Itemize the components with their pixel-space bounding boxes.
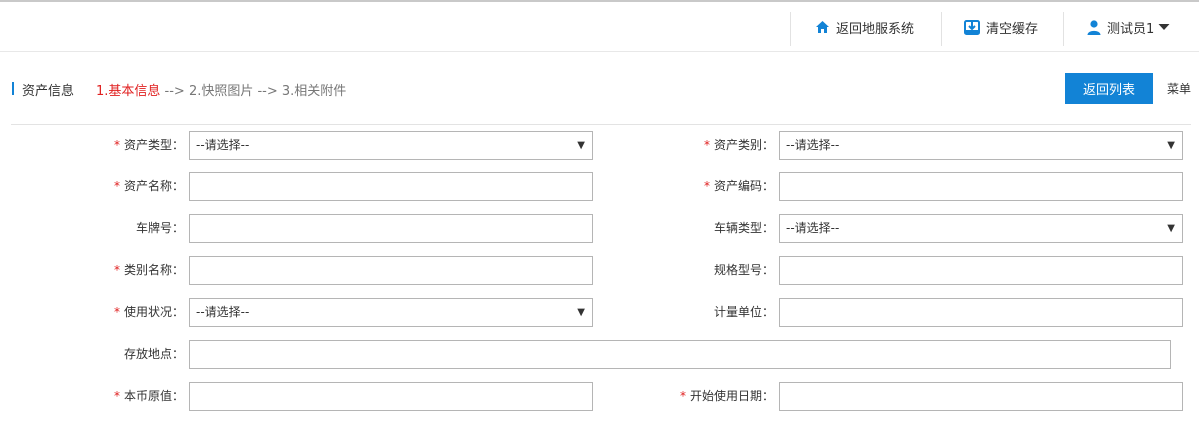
step-snapshots[interactable]: 2.快照图片 — [189, 84, 253, 99]
vehicle-type-label-text: 车辆类型： — [713, 221, 774, 235]
download-box-icon — [964, 19, 980, 35]
step-arrow: --> — [253, 84, 282, 99]
asset-type-select[interactable]: --请选择-- ▼ — [189, 131, 593, 160]
required-mark: * — [679, 389, 686, 403]
start-date-label-text: 开始使用日期： — [689, 389, 774, 403]
top-header: 返回地服系统 清空缓存 测试员1 — [0, 2, 1199, 52]
usage-status-label-text: 使用状况： — [123, 305, 184, 319]
home-icon — [816, 21, 829, 33]
asset-category-label: * 资产类别： — [590, 131, 774, 159]
clear-cache-button[interactable]: 清空缓存 — [964, 2, 1038, 52]
asset-category-selected: --请选择-- — [786, 138, 840, 152]
user-menu[interactable]: 测试员1 — [1087, 2, 1170, 52]
caret-down-icon: ▼ — [577, 140, 585, 151]
title-accent-bar — [12, 82, 14, 95]
start-date-input[interactable] — [779, 382, 1183, 411]
page-title: 资产信息 — [22, 84, 75, 99]
user-name: 测试员1 — [1107, 21, 1155, 37]
required-mark: * — [703, 179, 710, 193]
original-value-label-text: 本币原值： — [123, 389, 184, 403]
original-value-label: * 本币原值： — [0, 382, 184, 410]
asset-code-input[interactable] — [779, 172, 1183, 201]
asset-category-select[interactable]: --请选择-- ▼ — [779, 131, 1183, 160]
caret-down-icon — [1158, 24, 1170, 30]
usage-status-selected: --请选择-- — [196, 305, 250, 319]
asset-name-label: * 资产名称： — [0, 172, 184, 200]
required-mark: * — [703, 138, 710, 152]
back-to-list-button[interactable]: 返回列表 — [1065, 73, 1153, 104]
asset-code-label: * 资产编码： — [590, 172, 774, 200]
header-separator — [1063, 12, 1064, 46]
required-mark: * — [113, 305, 120, 319]
unit-input[interactable] — [779, 298, 1183, 327]
required-mark: * — [113, 389, 120, 403]
unit-label: 计量单位： — [590, 298, 774, 326]
required-mark: * — [113, 263, 120, 277]
asset-category-label-text: 资产类别： — [713, 138, 774, 152]
vehicle-type-select[interactable]: --请选择-- ▼ — [779, 214, 1183, 243]
step-breadcrumb: 1.基本信息 --> 2.快照图片 --> 3.相关附件 — [96, 80, 346, 99]
step-arrow: --> — [160, 84, 189, 99]
asset-code-label-text: 资产编码： — [713, 179, 774, 193]
caret-down-icon: ▼ — [577, 307, 585, 318]
asset-type-label: * 资产类型： — [0, 131, 184, 159]
spec-model-label: 规格型号： — [590, 256, 774, 284]
location-label: 存放地点： — [0, 340, 184, 368]
caret-down-icon: ▼ — [1167, 140, 1175, 151]
home-system-label: 返回地服系统 — [836, 21, 915, 37]
required-mark: * — [113, 138, 120, 152]
usage-status-select[interactable]: --请选择-- ▼ — [189, 298, 593, 327]
plate-no-label: 车牌号： — [0, 214, 184, 242]
header-separator — [941, 12, 942, 46]
vehicle-type-label: 车辆类型： — [590, 214, 774, 242]
header-separator — [790, 12, 791, 46]
category-name-label-text: 类别名称： — [123, 263, 184, 277]
spec-model-input[interactable] — [779, 256, 1183, 285]
required-mark: * — [113, 179, 120, 193]
step-attachments[interactable]: 3.相关附件 — [282, 84, 346, 99]
location-label-text: 存放地点： — [123, 347, 184, 361]
page-titlebar: 资产信息 1.基本信息 --> 2.快照图片 --> 3.相关附件 — [0, 70, 1199, 106]
unit-label-text: 计量单位： — [713, 305, 774, 319]
start-date-label: * 开始使用日期： — [590, 382, 774, 410]
menu-link[interactable]: 菜单 — [1167, 80, 1191, 97]
home-system-link[interactable]: 返回地服系统 — [815, 2, 914, 52]
usage-status-label: * 使用状况： — [0, 298, 184, 326]
asset-type-label-text: 资产类型： — [123, 138, 184, 152]
category-name-input[interactable] — [189, 256, 593, 285]
plate-no-label-text: 车牌号： — [135, 221, 184, 235]
vehicle-type-selected: --请选择-- — [786, 221, 840, 235]
category-name-label: * 类别名称： — [0, 256, 184, 284]
location-input[interactable] — [189, 340, 1171, 369]
plate-no-input[interactable] — [189, 214, 593, 243]
asset-name-label-text: 资产名称： — [123, 179, 184, 193]
asset-type-selected: --请选择-- — [196, 138, 250, 152]
original-value-input[interactable] — [189, 382, 593, 411]
section-divider — [11, 124, 1191, 125]
step-basic-info[interactable]: 1.基本信息 — [96, 84, 160, 99]
spec-model-label-text: 规格型号： — [713, 263, 774, 277]
clear-cache-label: 清空缓存 — [986, 21, 1039, 37]
caret-down-icon: ▼ — [1167, 223, 1175, 234]
user-icon — [1087, 19, 1101, 35]
asset-name-input[interactable] — [189, 172, 593, 201]
